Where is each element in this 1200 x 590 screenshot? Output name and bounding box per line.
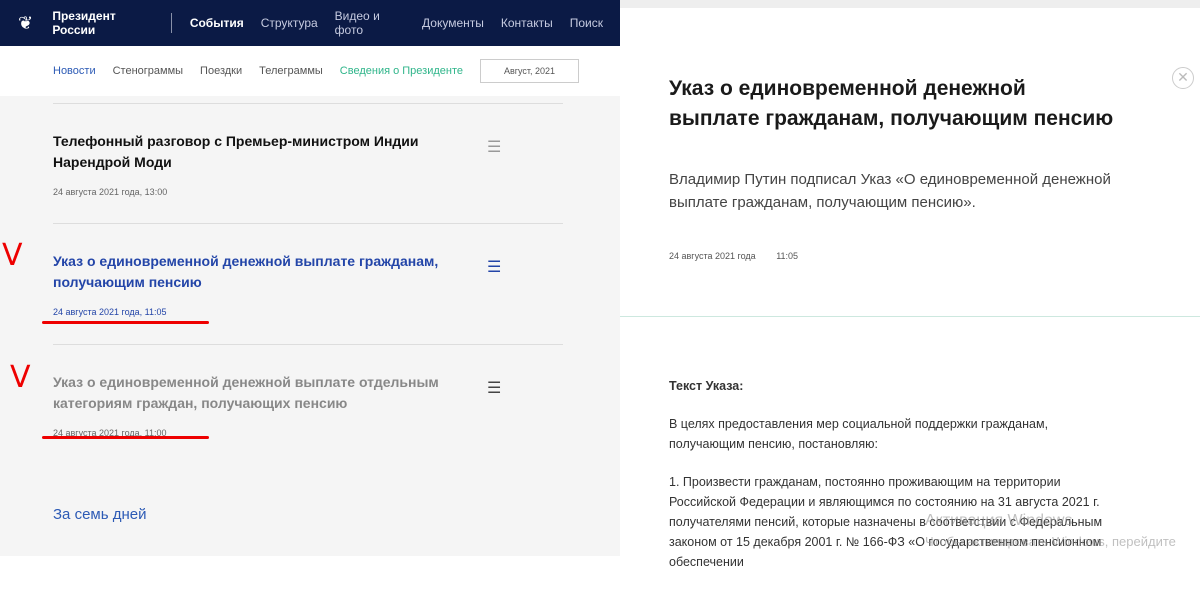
- list-item[interactable]: Указ о единовременной денежной выплате г…: [53, 251, 563, 317]
- top-navbar: ❦ Президент России События Структура Вид…: [0, 0, 620, 46]
- text-icon[interactable]: ☰: [487, 378, 509, 398]
- text-heading: Текст Указа:: [669, 379, 744, 393]
- date-picker[interactable]: Август, 2021: [480, 59, 580, 83]
- divider: [170, 13, 172, 33]
- divider: [53, 344, 563, 345]
- windows-watermark: Чтобы активировать Windows, перейдите: [925, 534, 1176, 549]
- article-time: 11:05: [776, 251, 799, 261]
- red-underline-annotation: [42, 321, 209, 324]
- red-check-annotation: V: [10, 360, 31, 395]
- emblem-icon[interactable]: ❦: [18, 12, 36, 34]
- windows-watermark: Активация Windows: [925, 512, 1073, 529]
- list-item[interactable]: Указ о единовременной денежной выплате о…: [53, 372, 563, 438]
- item-title[interactable]: Указ о единовременной денежной выплате о…: [53, 372, 473, 414]
- article-body: Текст Указа: В целях предоставления мер …: [669, 376, 1119, 590]
- close-icon[interactable]: ✕: [1172, 67, 1194, 89]
- nav-documents[interactable]: Документы: [422, 16, 484, 30]
- tab-transcripts[interactable]: Стенограммы: [113, 65, 183, 77]
- week-link[interactable]: За семь дней: [53, 506, 146, 523]
- item-date: 24 августа 2021 года, 13:00: [53, 187, 168, 197]
- nav-events[interactable]: События: [190, 16, 244, 30]
- article-title: Указ о единовременной денежной выплате г…: [669, 77, 1114, 130]
- brand-link[interactable]: Президент России: [52, 9, 153, 37]
- red-check-annotation: V: [2, 238, 23, 273]
- text-icon[interactable]: ☰: [487, 257, 509, 277]
- list-item[interactable]: Телефонный разговор с Премьер-министром …: [53, 131, 563, 197]
- divider: [53, 103, 563, 104]
- tab-telegrams[interactable]: Телеграммы: [259, 65, 323, 77]
- divider: [620, 316, 1200, 317]
- red-underline-annotation: [42, 436, 209, 439]
- article-lead: Владимир Путин подписал Указ «О единовре…: [669, 171, 1111, 211]
- article-date: 24 августа 2021 года: [669, 251, 756, 261]
- nav-structure[interactable]: Структура: [261, 16, 318, 30]
- nav-contacts[interactable]: Контакты: [501, 16, 553, 30]
- tab-trips[interactable]: Поездки: [200, 65, 242, 77]
- tab-president-info[interactable]: Сведения о Президенте: [340, 65, 463, 77]
- text-icon[interactable]: ☰: [487, 137, 509, 157]
- article-meta: 24 августа 2021 года 11:05: [669, 251, 816, 261]
- item-title[interactable]: Телефонный разговор с Премьер-министром …: [53, 131, 473, 173]
- nav-media[interactable]: Видео и фото: [335, 9, 405, 37]
- divider: [53, 223, 563, 224]
- nav-search[interactable]: Поиск: [570, 16, 603, 30]
- sub-navbar: Новости Стенограммы Поездки Телеграммы С…: [0, 46, 620, 96]
- paragraph: В целях предоставления мер социальной по…: [669, 417, 1049, 451]
- article-panel: ✕ Указ о единовременной денежной выплате…: [620, 0, 1200, 569]
- item-title[interactable]: Указ о единовременной денежной выплате г…: [53, 251, 473, 293]
- tab-news[interactable]: Новости: [53, 65, 96, 77]
- news-panel: ❦ Президент России События Структура Вид…: [0, 0, 620, 556]
- item-date: 24 августа 2021 года, 11:05: [53, 307, 167, 317]
